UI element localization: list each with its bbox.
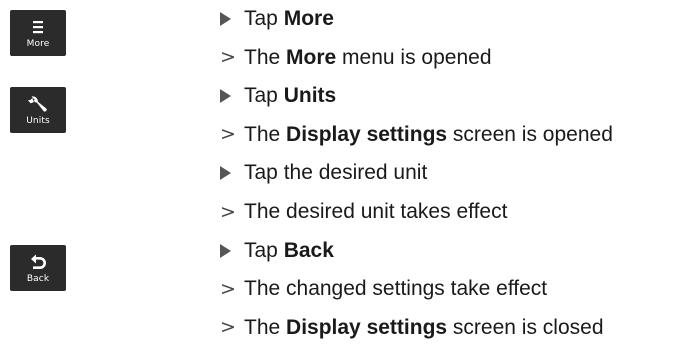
step-text-prefix: Tap xyxy=(244,238,284,262)
triangle-bullet-icon xyxy=(220,166,244,181)
step-text: The Display settings screen is closed xyxy=(244,316,604,340)
action-step: Tap Back xyxy=(220,232,334,270)
step-text: The Display settings screen is opened xyxy=(244,123,613,147)
step-text: Tap Back xyxy=(244,239,334,263)
step-text: Tap Units xyxy=(244,84,336,108)
result-step: > The Display settings screen is closed xyxy=(220,309,604,347)
step-text: Tap the desired unit xyxy=(244,161,427,185)
step-text: The changed settings take effect xyxy=(244,277,547,301)
step-text-prefix: The desired unit takes effect xyxy=(244,200,508,223)
step-text-emphasis: Display settings xyxy=(286,122,448,146)
step-text-suffix: screen is opened xyxy=(447,122,613,146)
step-text-prefix: The xyxy=(244,122,287,146)
step-text-prefix: The xyxy=(244,45,287,69)
step-text-emphasis: More xyxy=(283,7,334,30)
triangle-bullet-icon xyxy=(220,12,244,26)
step-text-emphasis: Units xyxy=(283,84,337,108)
step-text-prefix: Tap xyxy=(244,84,284,108)
action-step: Tap the desired unit xyxy=(220,154,427,192)
result-marker: > xyxy=(220,316,236,339)
result-step: > The changed settings take effect xyxy=(220,270,547,308)
step-text-emphasis: Display settings xyxy=(286,315,448,339)
step-text-prefix: The xyxy=(244,315,287,339)
result-marker: > xyxy=(220,277,236,300)
step-text-emphasis: Back xyxy=(283,238,334,262)
step-text: Tap More xyxy=(244,7,334,31)
step-text-prefix: Tap xyxy=(244,7,284,30)
step-text: The More menu is opened xyxy=(244,46,492,70)
result-marker: > xyxy=(220,123,236,146)
step-text-prefix: Tap the desired unit xyxy=(244,161,428,185)
step-text-emphasis: More xyxy=(286,45,337,69)
action-step: Tap Units xyxy=(220,77,336,115)
result-marker: > xyxy=(220,200,236,223)
result-step: > The Display settings screen is opened xyxy=(220,116,613,154)
instruction-steps: Tap More > The More menu is opened Tap Unit… xyxy=(0,0,700,354)
triangle-bullet-icon xyxy=(220,89,244,104)
step-text: The desired unit takes effect xyxy=(244,200,507,224)
step-text-prefix: The changed settings take effect xyxy=(244,277,548,301)
action-step: Tap More xyxy=(220,0,334,38)
result-step: > The desired unit takes effect xyxy=(220,193,507,231)
triangle-bullet-icon xyxy=(220,243,244,258)
result-step: > The More menu is opened xyxy=(220,39,492,77)
result-marker: > xyxy=(220,46,236,69)
step-text-suffix: menu is opened xyxy=(336,45,492,69)
step-text-suffix: screen is closed xyxy=(447,315,604,339)
